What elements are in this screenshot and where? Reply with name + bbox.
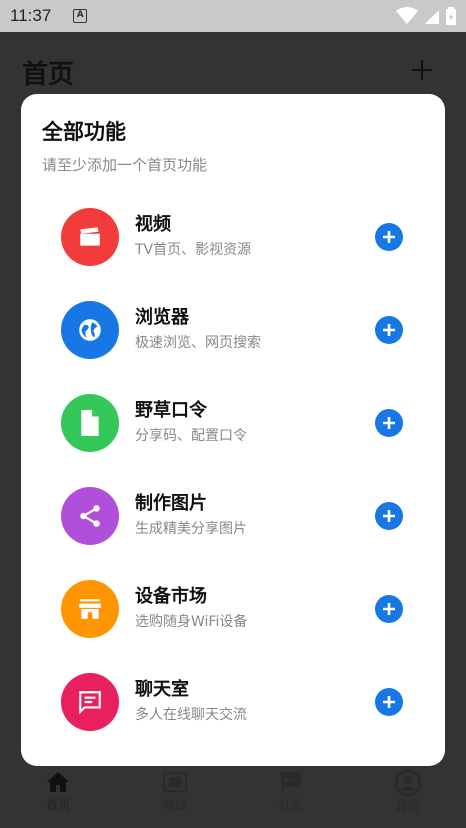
status-icons <box>396 7 456 25</box>
feature-item-make-image: 制作图片 生成精美分享图片 <box>61 483 405 547</box>
feature-item-token: 野草口令 分享码、配置口令 <box>61 390 405 454</box>
status-time: 11:37 <box>10 6 52 25</box>
page-title: 首页 <box>22 60 75 90</box>
feature-desc: 生成精美分享图片 <box>135 521 247 537</box>
add-feature-button[interactable] <box>375 688 403 716</box>
document-icon <box>61 394 119 452</box>
notification-icon: A <box>73 9 88 23</box>
feature-desc: TV首页、影视资源 <box>135 242 252 258</box>
feature-item-browser: 浏览器 极速浏览、网页搜索 <box>61 297 405 361</box>
plus-icon <box>383 603 395 615</box>
feature-name: 聊天室 <box>135 679 189 700</box>
chat-icon <box>61 673 119 731</box>
feature-name: 浏览器 <box>135 307 189 328</box>
plus-icon <box>383 696 395 708</box>
add-feature-button[interactable] <box>375 502 403 530</box>
add-feature-button[interactable] <box>375 595 403 623</box>
nav-item-mine[interactable]: 我的 <box>350 766 466 828</box>
feature-item-device-market: 设备市场 选购随身WiFi设备 <box>61 576 405 640</box>
feature-desc: 选购随身WiFi设备 <box>135 614 248 630</box>
feature-name: 设备市场 <box>135 586 207 607</box>
feature-item-chat-room: 聊天室 多人在线聊天交流 <box>61 669 405 733</box>
plus-icon <box>383 417 395 429</box>
wifi-icon <box>396 7 418 24</box>
signal-icon <box>425 10 439 24</box>
dialog-subtitle: 请至少添加一个首页功能 <box>42 156 208 174</box>
feature-item-video: 视频 TV首页、影视资源 <box>61 204 405 268</box>
status-bar: 11:37 A <box>0 0 466 32</box>
feature-desc: 极速浏览、网页搜索 <box>135 335 261 351</box>
feature-desc: 分享码、配置口令 <box>135 428 247 444</box>
plus-icon <box>383 510 395 522</box>
all-features-dialog: 全部功能 请至少添加一个首页功能 视频 TV首页、影视资源 浏览器 极速浏览、网… <box>21 94 445 766</box>
add-icon[interactable] <box>410 58 434 82</box>
nav-item-community[interactable]: 社区 <box>233 766 350 828</box>
share-icon <box>61 487 119 545</box>
nav-item-earn[interactable]: 赚钱 <box>117 766 234 828</box>
feature-desc: 多人在线聊天交流 <box>135 707 247 723</box>
plus-icon <box>383 324 395 336</box>
home-icon <box>47 772 70 792</box>
nav-label: 我的 <box>395 800 420 814</box>
plus-icon <box>383 231 395 243</box>
dialog-title: 全部功能 <box>42 120 126 144</box>
add-feature-button[interactable] <box>375 409 403 437</box>
nav-label: 社区 <box>279 798 304 812</box>
bottom-nav: 首页 赚钱 社区 我的 <box>0 766 466 828</box>
nav-label: 首页 <box>46 798 71 812</box>
globe-icon <box>61 301 119 359</box>
add-feature-button[interactable] <box>375 223 403 251</box>
chat-icon <box>281 772 302 792</box>
nav-label: 赚钱 <box>162 798 187 812</box>
add-feature-button[interactable] <box>375 316 403 344</box>
feature-name: 野草口令 <box>135 400 207 421</box>
store-icon <box>61 580 119 638</box>
wallet-icon <box>162 772 187 792</box>
feature-name: 制作图片 <box>135 493 207 514</box>
user-icon <box>394 770 421 796</box>
battery-icon <box>446 7 456 25</box>
feature-name: 视频 <box>135 214 171 235</box>
clapperboard-icon <box>61 208 119 266</box>
nav-item-home[interactable]: 首页 <box>0 766 117 828</box>
